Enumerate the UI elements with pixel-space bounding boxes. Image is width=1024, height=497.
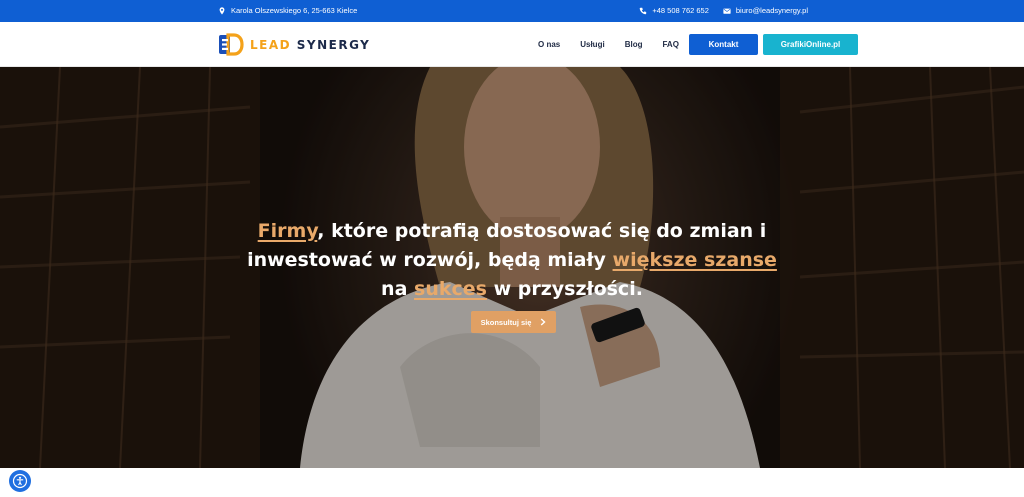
hero-headline: Firmy, które potrafią dostosować się do … <box>232 217 792 304</box>
lead-synergy-logo-icon <box>219 33 244 56</box>
accessibility-button[interactable] <box>9 470 31 492</box>
headline-text-3: w przyszłości. <box>486 278 643 300</box>
headline-firmy: Firmy <box>257 220 318 242</box>
nav-item-blog[interactable]: Blog <box>625 40 643 49</box>
kontakt-button[interactable]: Kontakt <box>689 34 758 55</box>
consult-button[interactable]: Skonsultuj się <box>471 311 556 333</box>
top-info-bar: Karola Olszewskiego 6, 25-663 Kielce +48… <box>0 0 1024 22</box>
address-text: Karola Olszewskiego 6, 25-663 Kielce <box>231 6 358 15</box>
logo-text-synergy: SYNERGY <box>291 37 371 52</box>
nav-item-faq[interactable]: FAQ <box>662 40 678 49</box>
logo[interactable]: LEAD SYNERGY <box>218 32 370 57</box>
main-nav: O nas Usługi Blog FAQ <box>538 22 679 67</box>
accessibility-icon <box>12 473 28 489</box>
phone-icon <box>640 7 647 14</box>
phone-item[interactable]: +48 508 762 652 <box>639 6 709 15</box>
location-pin-icon <box>219 6 225 15</box>
phone-text[interactable]: +48 508 762 652 <box>652 6 709 15</box>
email-item[interactable]: biuro@leadsynergy.pl <box>723 6 808 15</box>
headline-sukces: sukces <box>414 278 487 300</box>
headline-text-2: na <box>381 278 415 300</box>
address-item: Karola Olszewskiego 6, 25-663 Kielce <box>218 6 357 15</box>
mail-icon <box>723 8 731 14</box>
nav-item-uslugi[interactable]: Usługi <box>580 40 604 49</box>
consult-button-label: Skonsultuj się <box>480 317 532 327</box>
email-text[interactable]: biuro@leadsynergy.pl <box>736 6 808 15</box>
nav-item-o-nas[interactable]: O nas <box>538 40 560 49</box>
grafiki-online-button[interactable]: GrafikiOnline.pl <box>763 34 858 55</box>
hero-section: Firmy, które potrafią dostosować się do … <box>0 67 1024 468</box>
chevron-right-icon <box>541 318 546 326</box>
site-header: LEAD SYNERGY O nas Usługi Blog FAQ Konta… <box>0 22 1024 67</box>
logo-text: LEAD SYNERGY <box>250 38 370 52</box>
headline-wieksze-szanse: większe szanse <box>612 249 777 271</box>
logo-text-lead: LEAD <box>250 37 292 52</box>
